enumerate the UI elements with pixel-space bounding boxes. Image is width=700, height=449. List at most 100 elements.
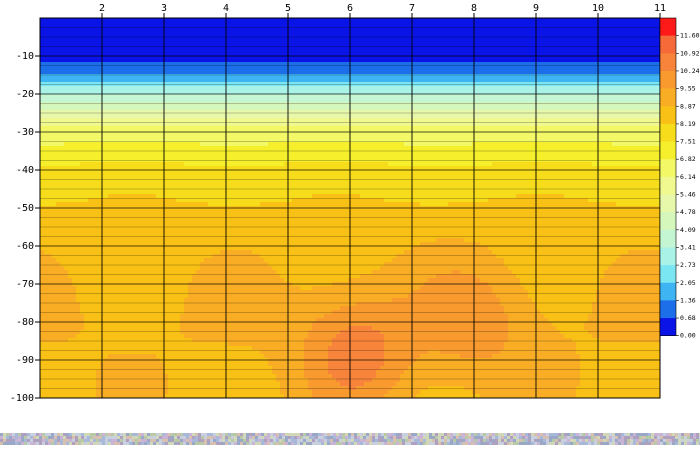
heatmap-cell <box>188 94 193 99</box>
heatmap-cell <box>180 94 185 99</box>
heatmap-cell <box>280 114 285 119</box>
heatmap-cell <box>300 78 305 83</box>
heatmap-cell <box>96 126 101 131</box>
heatmap-cell <box>480 118 485 123</box>
heatmap-cell <box>280 98 285 103</box>
heatmap-cell <box>480 102 485 107</box>
heatmap-cell <box>44 74 49 79</box>
heatmap-cell <box>428 18 433 23</box>
heatmap-cell <box>248 106 253 111</box>
heatmap-cell <box>92 26 97 31</box>
heatmap-cell <box>56 74 61 79</box>
heatmap-cell <box>80 62 85 67</box>
heatmap-cell <box>608 26 613 31</box>
heatmap-cell <box>364 110 369 115</box>
heatmap-cell <box>552 98 557 103</box>
heatmap-cell <box>368 70 373 75</box>
heatmap-cell <box>612 94 617 99</box>
heatmap-cell <box>156 110 161 115</box>
heatmap-cell <box>144 26 149 31</box>
heatmap-cell <box>360 42 365 47</box>
heatmap-cell <box>456 114 461 119</box>
heatmap-cell <box>208 126 213 131</box>
heatmap-cell <box>540 38 545 43</box>
heatmap-cell <box>308 26 313 31</box>
heatmap-cell <box>616 26 621 31</box>
heatmap-cell <box>132 134 137 139</box>
heatmap-cell <box>616 126 621 131</box>
heatmap-cell <box>204 138 209 143</box>
heatmap-cell <box>200 102 205 107</box>
heatmap-cell <box>512 110 517 115</box>
heatmap-cell <box>76 78 81 83</box>
heatmap-cell <box>476 38 481 43</box>
heatmap-cell <box>552 114 557 119</box>
heatmap-cell <box>496 70 501 75</box>
heatmap-cell <box>404 26 409 31</box>
heatmap-cell <box>620 26 625 31</box>
heatmap-cell <box>324 66 329 71</box>
heatmap-cell <box>296 98 301 103</box>
heatmap-cell <box>468 70 473 75</box>
heatmap-cell <box>456 66 461 71</box>
heatmap-cell <box>88 138 93 143</box>
heatmap-cell <box>376 50 381 55</box>
heatmap-cell <box>436 50 441 55</box>
heatmap-cell <box>520 126 525 131</box>
heatmap-cell <box>136 102 141 107</box>
heatmap-cell <box>628 106 633 111</box>
heatmap-cell <box>44 114 49 119</box>
heatmap-cell <box>228 78 233 83</box>
heatmap-cell <box>520 142 525 147</box>
heatmap-cell <box>256 102 261 107</box>
heatmap-cell <box>640 106 645 111</box>
heatmap-cell <box>80 50 85 55</box>
heatmap-cell <box>600 22 605 27</box>
heatmap-cell <box>208 98 213 103</box>
heatmap-cell <box>504 66 509 71</box>
heatmap-cell <box>640 30 645 35</box>
heatmap-cell <box>84 142 89 147</box>
heatmap-cell <box>412 38 417 43</box>
heatmap-cell <box>620 86 625 91</box>
heatmap-cell <box>452 114 457 119</box>
heatmap-cell <box>112 110 117 115</box>
heatmap-cell <box>456 102 461 107</box>
heatmap-cell <box>648 110 653 115</box>
heatmap-cell <box>112 70 117 75</box>
heatmap-cell <box>604 62 609 67</box>
heatmap-cell <box>372 98 377 103</box>
heatmap-cell <box>208 134 213 139</box>
heatmap-cell <box>628 74 633 79</box>
heatmap-cell <box>68 62 73 67</box>
heatmap-cell <box>364 142 369 147</box>
heatmap-cell <box>576 50 581 55</box>
heatmap-cell <box>580 138 585 143</box>
heatmap-cell <box>152 78 157 83</box>
heatmap-cell <box>76 126 81 131</box>
heatmap-cell <box>632 142 637 147</box>
heatmap-cell <box>76 110 81 115</box>
heatmap-cell <box>536 134 541 139</box>
heatmap-cell <box>80 22 85 27</box>
heatmap-cell <box>296 22 301 27</box>
heatmap-cell <box>48 34 53 39</box>
heatmap-cell <box>104 114 109 119</box>
heatmap-cell <box>592 74 597 79</box>
heatmap-cell <box>456 30 461 35</box>
heatmap-cell <box>176 42 181 47</box>
heatmap-cell <box>80 138 85 143</box>
heatmap-cell <box>172 62 177 67</box>
heatmap-cell <box>200 30 205 35</box>
heatmap-cell <box>500 34 505 39</box>
heatmap-cell <box>292 62 297 67</box>
heatmap-cell <box>648 18 653 23</box>
heatmap-cell <box>516 74 521 79</box>
heatmap-cell <box>552 38 557 43</box>
heatmap-cell <box>420 126 425 131</box>
heatmap-cell <box>508 86 513 91</box>
heatmap-cell <box>120 74 125 79</box>
heatmap-cell <box>508 34 513 39</box>
heatmap-cell <box>512 26 517 31</box>
heatmap-cell <box>524 142 529 147</box>
